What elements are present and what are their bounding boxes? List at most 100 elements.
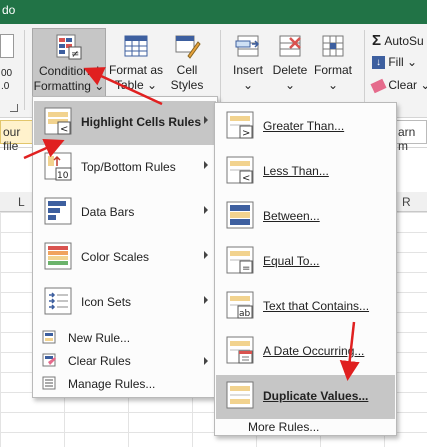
number-format-fragment[interactable] [0,34,14,58]
cell-styles-button[interactable]: Cell Styles ⌄ [164,28,210,107]
top-bottom-rules-label: Top/Bottom Rules [81,160,176,174]
color-scales-item[interactable]: Color Scales [34,236,216,280]
ribbon-separator [220,30,221,110]
icon-sets-label: Icon Sets [81,295,132,309]
color-scales-label: Color Scales [81,250,150,264]
top-bottom-badge: 10 [57,171,69,181]
highlight-cells-rules-item[interactable]: < Highlight Cells Rules [34,101,216,145]
message-bar-left: our file [0,120,34,153]
text-contains-symbol: ab [239,309,251,319]
duplicate-values-label: Duplicate Values... [263,389,369,403]
autosum-label: AutoSu [384,34,424,48]
manage-rules-item[interactable]: Manage Rules... [34,372,216,396]
new-rule-label: New Rule... [68,331,131,345]
svg-text:<: < [60,124,68,135]
greater-than-icon: > [226,111,256,144]
fill-down-icon: ↓ [372,56,385,70]
clear-rules-label: Clear Rules [68,354,131,368]
format-as-table-line2: Table ⌄ [114,78,158,92]
cell-styles-line1: Cell [176,63,198,77]
a-date-occurring-item[interactable]: A Date Occurring... [216,330,395,374]
greater-than-label: Greater Than... [263,119,345,133]
title-bar: do [0,0,427,24]
equal-to-item[interactable]: = Equal To... [216,240,395,284]
fill-button[interactable]: ↓ Fill ⌄ [372,55,418,70]
icon-sets-item[interactable]: Icon Sets [34,281,216,325]
highlight-cells-rules-submenu: > Greater Than... < Less Than... Between… [214,102,397,436]
highlight-cells-rules-icon: < [44,107,74,140]
equal-to-label: Equal To... [263,254,320,268]
highlight-cells-rules-label: Highlight Cells Rules [81,115,202,129]
svg-text:≠: ≠ [71,49,79,60]
delete-button[interactable]: Delete ⌄ [270,28,310,100]
decimal-fragment-1[interactable]: 00 [1,68,12,79]
conditional-formatting-menu: < Highlight Cells Rules 10 Top/Bottom Ru… [32,96,218,398]
ribbon-separator [364,30,365,110]
clear-rules-icon [42,353,57,368]
less-than-symbol: < [242,173,250,184]
text-that-contains-label: Text that Contains... [263,299,370,313]
manage-rules-icon [42,376,57,391]
manage-rules-label: Manage Rules... [68,377,156,391]
insert-cells-icon [234,32,262,60]
text-that-contains-icon: ab [226,291,256,324]
equal-to-icon: = [226,246,256,279]
submenu-arrow-icon [204,357,208,365]
column-header-l[interactable]: L [18,195,25,209]
duplicate-values-icon [226,381,256,414]
delete-label: Delete [272,63,308,77]
icon-sets-icon [44,287,74,320]
greater-than-item[interactable]: > Greater Than... [216,105,395,149]
clear-rules-item[interactable]: Clear Rules [34,349,216,373]
conditional-formatting-button[interactable]: ≠ Conditional Formatting ⌄ [32,28,106,100]
format-label: Format [313,63,352,77]
decimal-fragment-2[interactable]: .0 [1,81,9,92]
fill-label: Fill ⌄ [388,55,418,69]
submenu-arrow-icon [204,251,208,259]
a-date-occurring-label: A Date Occurring... [263,344,365,358]
equal-to-symbol: = [242,263,250,274]
greater-than-symbol: > [242,128,250,139]
top-bottom-rules-item[interactable]: 10 Top/Bottom Rules [34,146,216,190]
delete-dropdown: ⌄ [284,78,296,92]
data-bars-item[interactable]: Data Bars [34,191,216,235]
conditional-formatting-line1: Conditional [38,64,100,78]
less-than-item[interactable]: < Less Than... [216,150,395,194]
more-rules-label: More Rules... [248,420,320,434]
window-title: do [2,3,16,17]
between-icon [226,201,256,234]
format-cells-icon [319,32,347,60]
submenu-arrow-icon [204,161,208,169]
duplicate-values-item[interactable]: Duplicate Values... [216,375,395,419]
new-rule-item[interactable]: New Rule... [34,326,216,350]
conditional-formatting-line2: Formatting ⌄ [33,79,105,93]
format-as-table-button[interactable]: Format as Table ⌄ [108,28,164,100]
less-than-icon: < [226,156,256,189]
dialog-launcher-icon[interactable] [10,104,18,112]
less-than-label: Less Than... [263,164,329,178]
cell-styles-icon [173,32,201,60]
clear-button[interactable]: Clear ⌄ [370,78,427,94]
column-header-r[interactable]: R [402,195,411,209]
submenu-arrow-icon [204,116,208,124]
between-label: Between... [263,209,320,223]
submenu-arrow-icon [204,206,208,214]
color-scales-icon [44,242,74,275]
data-bars-icon [44,197,74,230]
between-item[interactable]: Between... [216,195,395,239]
text-that-contains-item[interactable]: ab Text that Contains... [216,285,395,329]
autosum-button[interactable]: Σ AutoSu [372,32,424,49]
insert-label: Insert [232,63,263,77]
data-bars-label: Data Bars [81,205,135,219]
more-rules-item[interactable]: More Rules... [216,415,395,439]
clear-label: Clear ⌄ [388,78,427,92]
format-button[interactable]: Format ⌄ [310,28,356,100]
eraser-icon [370,78,387,94]
submenu-arrow-icon [204,296,208,304]
insert-button[interactable]: Insert ⌄ [226,28,270,100]
conditional-formatting-icon: ≠ [55,33,83,61]
new-rule-icon [42,330,57,345]
ribbon-separator [24,30,25,110]
learn-more-button[interactable]: arn m [395,120,427,153]
format-as-table-line1: Format as [108,63,163,77]
